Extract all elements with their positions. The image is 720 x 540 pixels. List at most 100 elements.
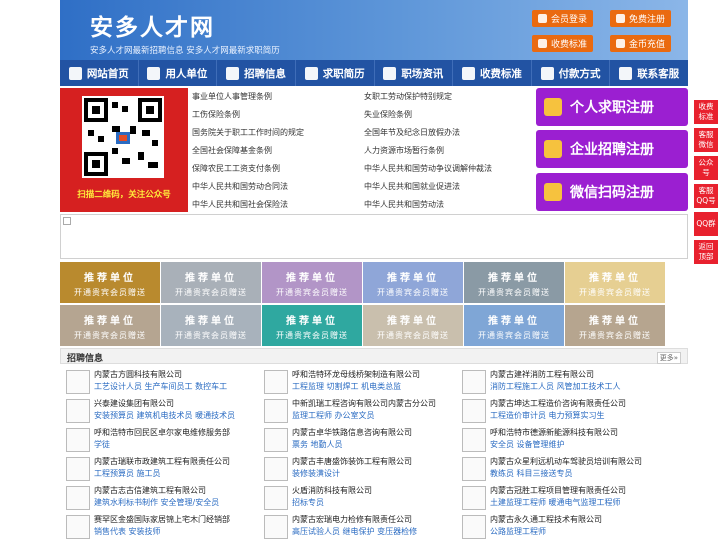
job-positions[interactable]: 装修装潢设计 [292,468,340,479]
recommend-slot[interactable]: 推荐单位 开通贵宾会员赠送 [161,305,261,346]
company-name[interactable]: 内蒙古众星利远机动车驾驶员培训有限公司 [490,456,642,467]
company-name[interactable]: 中新凯瑞工程咨询有限公司内蒙古分公司 [292,398,436,409]
wechat-register-button[interactable]: 微信扫码注册 [536,173,688,211]
job-positions[interactable]: 公路监理工程师 [490,526,546,537]
job-positions[interactable]: 消防工程施工人员 风管加工技术工人 [490,381,621,392]
side-back-to-top[interactable]: 返回顶部 [694,240,718,264]
recommend-slot[interactable]: 推荐单位 开通贵宾会员赠送 [363,262,463,303]
recharge-button[interactable]: 金币充值 [610,35,672,52]
recommend-slot[interactable]: 推荐单位 开通贵宾会员赠送 [565,305,665,346]
job-positions[interactable]: 工程预算员 施工员 [94,468,161,479]
company-name[interactable]: 火盾消防科技有限公司 [292,485,372,496]
site-logo-title[interactable]: 安多人才网 [90,8,215,42]
job-positions[interactable]: 招标专员 [292,497,324,508]
law-link[interactable]: 失业保险条例 [364,109,412,120]
job-listing[interactable]: 中新凯瑞工程咨询有限公司内蒙古分公司 监理工程师 办公室文员 [264,398,464,428]
company-name[interactable]: 内蒙古宏瑞电力检修有限责任公司 [292,514,412,525]
job-listing[interactable]: 内蒙古冠胜工程项目管理有限责任公司 土建监理工程师 暖通电气监理工程师 [462,485,662,515]
nav-home[interactable]: 网站首页 [60,60,139,86]
job-positions[interactable]: 土建监理工程师 暖通电气监理工程师 [490,497,621,508]
job-listing[interactable]: 内蒙古方圆科技有限公司 工艺设计人员 生产车间员工 数控车工 [66,369,266,399]
job-positions[interactable]: 高压试验人员 继电保护 变压器检修 [292,526,417,537]
job-listing[interactable]: 赛罕区金盛国际家居锦上宅木门经销部 销售代表 安装技师 [66,514,266,540]
job-positions[interactable]: 工程监理 切割焊工 机电类总监 [292,381,401,392]
company-name[interactable]: 内蒙古坤达工程造价咨询有限责任公司 [490,398,626,409]
job-listing[interactable]: 内蒙古卓华铁路信息咨询有限公司 票务 地勤人员 [264,427,464,457]
recommend-slot[interactable]: 推荐单位 开通贵宾会员赠送 [363,305,463,346]
job-listing[interactable]: 呼和浩特市德源新能源科技有限公司 安全员 设备管理维护 [462,427,662,457]
more-jobs-link[interactable]: 更多» [656,352,681,364]
recommend-slot[interactable]: 推荐单位 开通贵宾会员赠送 [565,262,665,303]
company-name[interactable]: 内蒙古方圆科技有限公司 [94,369,182,380]
job-positions[interactable]: 工艺设计人员 生产车间员工 数控车工 [94,381,227,392]
company-name[interactable]: 呼和浩特环龙母线桥架制造有限公司 [292,369,420,380]
nav-jobs[interactable]: 招聘信息 [217,60,296,86]
nav-news[interactable]: 职场资讯 [375,60,454,86]
company-name[interactable]: 内蒙古瑞联市政建筑工程有限责任公司 [94,456,230,467]
job-listing[interactable]: 内蒙古瑞联市政建筑工程有限责任公司 工程预算员 施工员 [66,456,266,486]
recommend-slot[interactable]: 推荐单位 开通贵宾会员赠送 [262,262,362,303]
job-listing[interactable]: 火盾消防科技有限公司 招标专员 [264,485,464,515]
job-positions[interactable]: 安装预算员 建筑机电技术员 暖通技术员 [94,410,235,421]
job-listing[interactable]: 呼和浩特环龙母线桥架制造有限公司 工程监理 切割焊工 机电类总监 [264,369,464,399]
nav-payment[interactable]: 付款方式 [532,60,611,86]
law-link[interactable]: 事业单位人事管理条例 [192,91,272,102]
jobseeker-register-button[interactable]: 个人求职注册 [536,88,688,126]
job-positions[interactable]: 建筑水利标书制作 安全管理/安全员 [94,497,219,508]
law-link[interactable]: 人力资源市场暂行条例 [364,145,444,156]
job-positions[interactable]: 安全员 设备管理维护 [490,439,565,450]
law-link[interactable]: 保障农民工工资支付条例 [192,163,280,174]
recommend-slot[interactable]: 推荐单位 开通贵宾会员赠送 [161,262,261,303]
job-positions[interactable]: 教练员 科目三接送专员 [490,468,573,479]
company-name[interactable]: 呼和浩特市德源新能源科技有限公司 [490,427,618,438]
company-name[interactable]: 内蒙古丰唐盛饰装饰工程有限公司 [292,456,412,467]
law-link[interactable]: 中华人民共和国就业促进法 [364,181,460,192]
recommend-slot[interactable]: 推荐单位 开通贵宾会员赠送 [262,305,362,346]
law-link[interactable]: 国务院关于职工工作时间的规定 [192,127,304,138]
job-listing[interactable]: 内蒙古志古信建筑工程有限公司 建筑水利标书制作 安全管理/安全员 [66,485,266,515]
job-listing[interactable]: 呼和浩特市回民区卓尔家电维修服务部 学徒 [66,427,266,457]
pricing-button[interactable]: 收费标准 [532,35,594,52]
law-link[interactable]: 全国社会保障基金条例 [192,145,272,156]
company-name[interactable]: 赛罕区金盛国际家居锦上宅木门经销部 [94,514,230,525]
job-positions[interactable]: 票务 地勤人员 [292,439,343,450]
job-listing[interactable]: 内蒙古建祥消防工程有限公司 消防工程施工人员 风管加工技术工人 [462,369,662,399]
company-name[interactable]: 内蒙古建祥消防工程有限公司 [490,369,594,380]
job-positions[interactable]: 监理工程师 办公室文员 [292,410,375,421]
job-positions[interactable]: 学徒 [94,439,110,450]
company-name[interactable]: 内蒙古永久通工程技术有限公司 [490,514,602,525]
ad-banner[interactable] [60,214,688,259]
company-name[interactable]: 呼和浩特市回民区卓尔家电维修服务部 [94,427,230,438]
law-link[interactable]: 女职工劳动保护特别规定 [364,91,452,102]
job-listing[interactable]: 内蒙古永久通工程技术有限公司 公路监理工程师 [462,514,662,540]
recommend-slot[interactable]: 推荐单位 开通贵宾会员赠送 [464,262,564,303]
job-listing[interactable]: 内蒙古众星利远机动车驾驶员培训有限公司 教练员 科目三接送专员 [462,456,662,486]
recommend-slot[interactable]: 推荐单位 开通贵宾会员赠送 [60,305,160,346]
employer-register-button[interactable]: 企业招聘注册 [536,130,688,168]
law-link[interactable]: 中华人民共和国社会保险法 [192,199,288,210]
side-official-account[interactable]: 公众号 [694,156,718,180]
recommend-slot[interactable]: 推荐单位 开通贵宾会员赠送 [464,305,564,346]
side-qq-support[interactable]: 客服QQ号 [694,184,718,208]
company-name[interactable]: 内蒙古卓华铁路信息咨询有限公司 [292,427,412,438]
nav-employers[interactable]: 用人单位 [139,60,218,86]
side-wechat-support[interactable]: 客服微信 [694,128,718,152]
company-name[interactable]: 兴泰建设集团有限公司 [94,398,174,409]
job-listing[interactable]: 内蒙古坤达工程造价咨询有限责任公司 工程造价审计员 电力预算实习生 [462,398,662,428]
register-button[interactable]: 免费注册 [610,10,672,27]
law-link[interactable]: 全国年节及纪念日放假办法 [364,127,460,138]
nav-pricing[interactable]: 收费标准 [453,60,532,86]
recommend-slot[interactable]: 推荐单位 开通贵宾会员赠送 [60,262,160,303]
job-positions[interactable]: 销售代表 安装技师 [94,526,161,537]
nav-resumes[interactable]: 求职简历 [296,60,375,86]
law-link[interactable]: 中华人民共和国劳动法 [364,199,444,210]
job-listing[interactable]: 内蒙古宏瑞电力检修有限责任公司 高压试验人员 继电保护 变压器检修 [264,514,464,540]
nav-support[interactable]: 联系客服 [610,60,688,86]
law-link[interactable]: 工伤保险条例 [192,109,240,120]
law-link[interactable]: 中华人民共和国劳动争议调解仲裁法 [364,163,492,174]
company-name[interactable]: 内蒙古志古信建筑工程有限公司 [94,485,206,496]
side-pricing[interactable]: 收费标准 [694,100,718,124]
side-qq-group[interactable]: QQ群 [694,212,718,236]
job-positions[interactable]: 工程造价审计员 电力预算实习生 [490,410,605,421]
job-listing[interactable]: 内蒙古丰唐盛饰装饰工程有限公司 装修装潢设计 [264,456,464,486]
